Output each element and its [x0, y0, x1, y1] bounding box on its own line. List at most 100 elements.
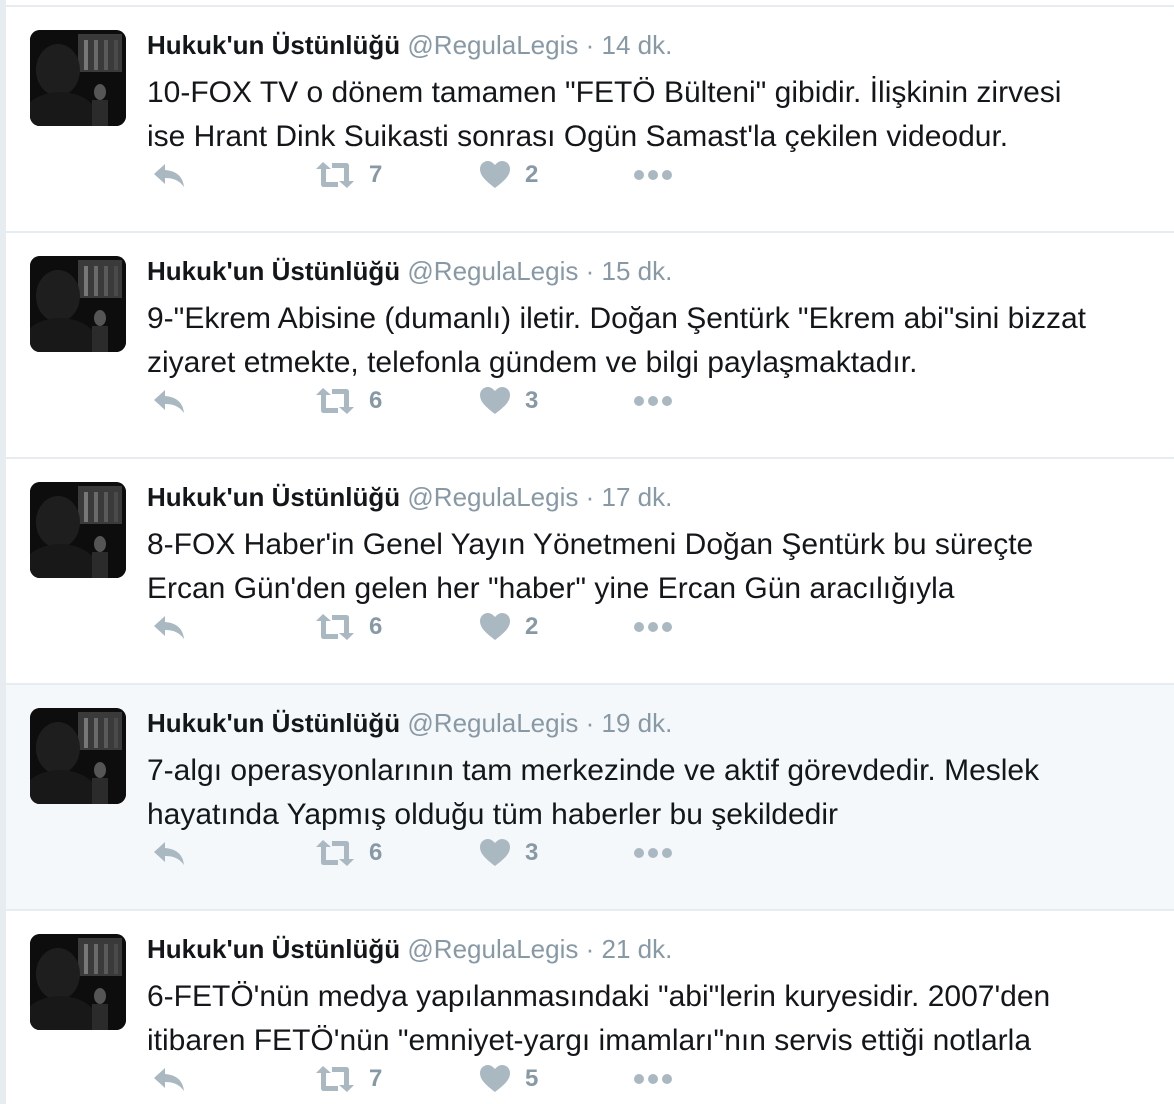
tweet-text-line-1: 9-"Ekrem Abisine (dumanlı) iletir. Doğan… — [147, 302, 1086, 335]
reply-icon — [154, 842, 184, 865]
avatar-photo-icon — [30, 934, 126, 1030]
more-dots-icon — [634, 848, 672, 858]
tweet-text-line-2: hayatında Yapmış olduğu tüm haberler bu … — [147, 798, 838, 831]
tweet-fullname[interactable]: Hukuk'un Üstünlüğü — [147, 256, 400, 286]
tweet-header: Hukuk'un Üstünlüğü @RegulaLegis · 17 dk. — [147, 481, 672, 513]
retweet-button[interactable]: 7 — [315, 1059, 382, 1099]
tweet-list: Hukuk'un Üstünlüğü @RegulaLegis · 14 dk.… — [6, 7, 1174, 1104]
tweet-timestamp[interactable]: 17 dk. — [602, 482, 673, 512]
retweet-count: 6 — [369, 613, 383, 640]
avatar[interactable] — [30, 482, 126, 578]
tweet-actions: 6 3 — [147, 381, 707, 421]
reply-icon — [154, 390, 184, 413]
more-dots-icon — [634, 622, 672, 632]
retweet-button[interactable]: 7 — [315, 155, 382, 195]
avatar-photo-icon — [30, 482, 126, 578]
avatar[interactable] — [30, 256, 126, 352]
tweet-text: 9-"Ekrem Abisine (dumanlı) iletir. Doğan… — [147, 297, 1167, 385]
heart-icon — [480, 1065, 510, 1092]
tweet[interactable]: Hukuk'un Üstünlüğü @RegulaLegis · 21 dk.… — [6, 911, 1174, 1104]
like-count: 5 — [525, 1065, 539, 1092]
reply-button[interactable] — [151, 833, 187, 873]
retweet-count: 7 — [369, 1065, 383, 1092]
tweet-text: 7-algı operasyonlarının tam merkezinde v… — [147, 749, 1167, 837]
more-actions-button[interactable] — [633, 607, 673, 647]
like-count: 3 — [525, 387, 539, 414]
heart-icon — [480, 161, 510, 188]
tweet-text-line-1: 10-FOX TV o dönem tamamen "FETÖ Bülteni"… — [147, 76, 1062, 109]
more-actions-button[interactable] — [633, 1059, 673, 1099]
avatar[interactable] — [30, 934, 126, 1030]
tweet-text-line-1: 8-FOX Haber'in Genel Yayın Yönetmeni Doğ… — [147, 528, 1034, 561]
heart-icon — [480, 613, 510, 640]
tweet-fullname[interactable]: Hukuk'un Üstünlüğü — [147, 934, 400, 964]
retweet-icon — [316, 840, 354, 866]
tweet[interactable]: Hukuk'un Üstünlüğü @RegulaLegis · 17 dk.… — [6, 459, 1174, 685]
tweet-separator: · — [585, 256, 595, 286]
tweet-timestamp[interactable]: 15 dk. — [602, 256, 673, 286]
tweet-text: 10-FOX TV o dönem tamamen "FETÖ Bülteni"… — [147, 71, 1167, 159]
avatar[interactable] — [30, 30, 126, 126]
more-actions-button[interactable] — [633, 381, 673, 421]
avatar-photo-icon — [30, 256, 126, 352]
retweet-icon — [316, 614, 354, 640]
retweet-button[interactable]: 6 — [315, 607, 382, 647]
retweet-count: 7 — [369, 161, 383, 188]
tweet-username[interactable]: @RegulaLegis — [407, 934, 578, 964]
tweet-header: Hukuk'un Üstünlüğü @RegulaLegis · 21 dk. — [147, 933, 672, 965]
tweet[interactable]: Hukuk'un Üstünlüğü @RegulaLegis · 15 dk.… — [6, 233, 1174, 459]
avatar[interactable] — [30, 708, 126, 804]
tweet-timestamp[interactable]: 14 dk. — [602, 30, 673, 60]
tweet-timestamp[interactable]: 19 dk. — [602, 708, 673, 738]
retweet-icon — [316, 162, 354, 188]
tweet[interactable]: Hukuk'un Üstünlüğü @RegulaLegis · 14 dk.… — [6, 7, 1174, 233]
like-button[interactable]: 3 — [479, 381, 538, 421]
reply-button[interactable] — [151, 381, 187, 421]
like-button[interactable]: 2 — [479, 155, 538, 195]
like-count: 2 — [525, 613, 539, 640]
tweet-actions: 7 2 — [147, 155, 707, 195]
tweet-timeline: Hukuk'un Üstünlüğü @RegulaLegis · 14 dk.… — [0, 0, 1174, 1104]
tweet-actions: 6 2 — [147, 607, 707, 647]
tweet-text: 6-FETÖ'nün medya yapılanmasındaki "abi"l… — [147, 975, 1167, 1063]
tweet-text-line-2: ise Hrant Dink Suikasti sonrası Ogün Sam… — [147, 120, 1009, 153]
tweet-text-line-1: 6-FETÖ'nün medya yapılanmasındaki "abi"l… — [147, 980, 1051, 1013]
reply-icon — [154, 164, 184, 187]
tweet-fullname[interactable]: Hukuk'un Üstünlüğü — [147, 30, 400, 60]
heart-icon — [480, 387, 510, 414]
tweet-fullname[interactable]: Hukuk'un Üstünlüğü — [147, 482, 400, 512]
reply-button[interactable] — [151, 1059, 187, 1099]
tweet-text-line-2: ziyaret etmekte, telefonla gündem ve bil… — [147, 346, 918, 379]
more-actions-button[interactable] — [633, 833, 673, 873]
retweet-button[interactable]: 6 — [315, 833, 382, 873]
like-button[interactable]: 2 — [479, 607, 538, 647]
tweet-fullname[interactable]: Hukuk'un Üstünlüğü — [147, 708, 400, 738]
tweet-header: Hukuk'un Üstünlüğü @RegulaLegis · 15 dk. — [147, 255, 672, 287]
tweet-separator: · — [585, 482, 595, 512]
retweet-button[interactable]: 6 — [315, 381, 382, 421]
tweet-username[interactable]: @RegulaLegis — [407, 482, 578, 512]
tweet-timestamp[interactable]: 21 dk. — [602, 934, 673, 964]
tweet-separator: · — [585, 30, 595, 60]
like-button[interactable]: 3 — [479, 833, 538, 873]
timeline-top-border — [6, 0, 1174, 7]
tweet-separator: · — [585, 708, 595, 738]
tweet-text-line-1: 7-algı operasyonlarının tam merkezinde v… — [147, 754, 1040, 787]
like-count: 3 — [525, 839, 539, 866]
tweet-actions: 7 5 — [147, 1059, 707, 1099]
like-button[interactable]: 5 — [479, 1059, 538, 1099]
more-dots-icon — [634, 1074, 672, 1084]
more-dots-icon — [634, 396, 672, 406]
reply-button[interactable] — [151, 607, 187, 647]
retweet-icon — [316, 388, 354, 414]
tweet-username[interactable]: @RegulaLegis — [407, 708, 578, 738]
avatar-photo-icon — [30, 30, 126, 126]
reply-button[interactable] — [151, 155, 187, 195]
tweet[interactable]: Hukuk'un Üstünlüğü @RegulaLegis · 19 dk.… — [6, 685, 1174, 911]
tweet-header: Hukuk'un Üstünlüğü @RegulaLegis · 19 dk. — [147, 707, 672, 739]
tweet-username[interactable]: @RegulaLegis — [407, 256, 578, 286]
reply-icon — [154, 1068, 184, 1091]
tweet-username[interactable]: @RegulaLegis — [407, 30, 578, 60]
more-actions-button[interactable] — [633, 155, 673, 195]
tweet-header: Hukuk'un Üstünlüğü @RegulaLegis · 14 dk. — [147, 29, 672, 61]
